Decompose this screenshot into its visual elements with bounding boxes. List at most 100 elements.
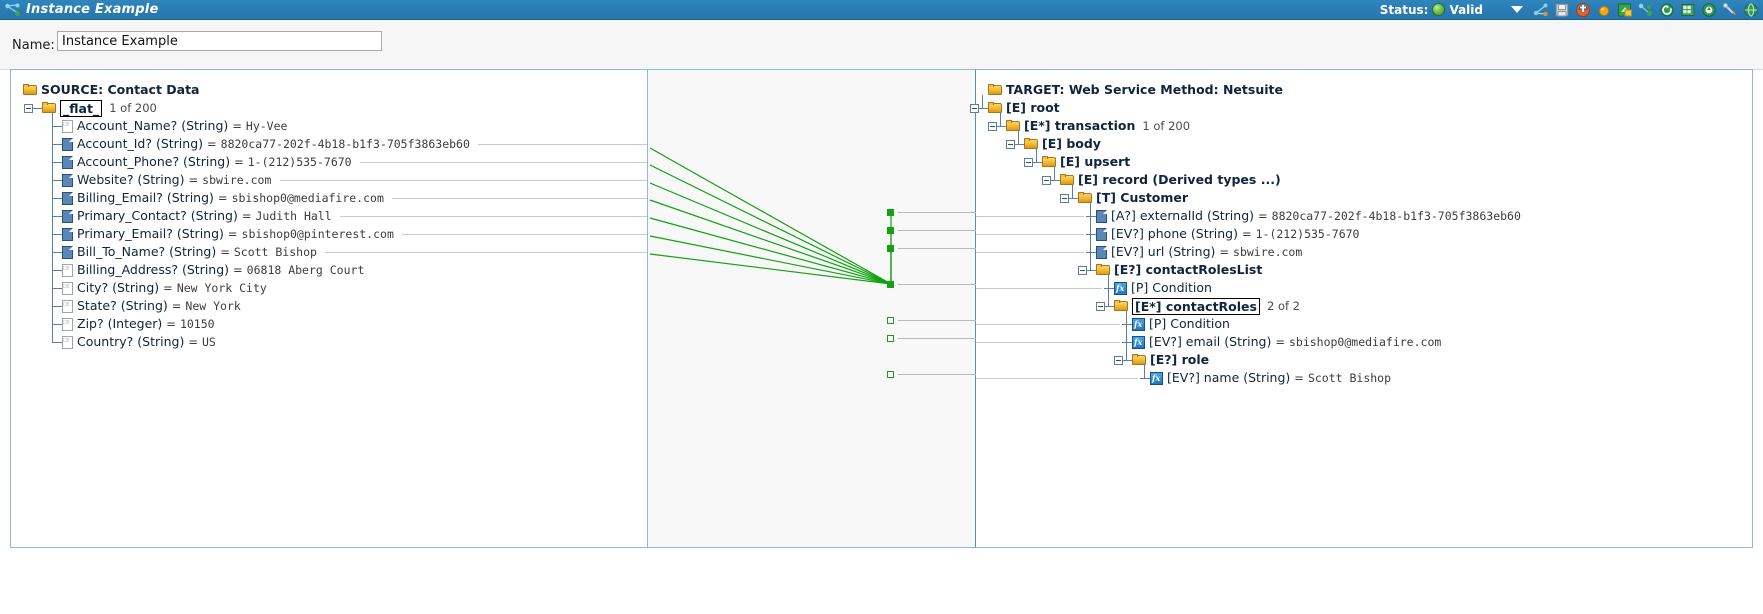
- wrench-icon[interactable]: [1722, 2, 1738, 18]
- expander-target-node[interactable]: [1006, 140, 1015, 149]
- mapping-connector[interactable]: [887, 209, 894, 216]
- mapping-connector[interactable]: [887, 317, 894, 324]
- mapping-connector[interactable]: [887, 371, 894, 378]
- source-field-row[interactable]: Account_Name? (String)=Hy-Vee: [62, 117, 287, 135]
- equals-sign: =: [1275, 335, 1285, 349]
- source-field-row[interactable]: Website? (String) = sbwire.com: [62, 171, 271, 189]
- expander-target-node[interactable]: [1024, 158, 1033, 167]
- mapping-connector[interactable]: [887, 245, 894, 252]
- status-value: Valid: [1449, 2, 1483, 17]
- target-node-label: [E] body: [1042, 136, 1101, 151]
- source-field-value: sbishop0@pinterest.com: [241, 227, 394, 241]
- expander-target-node[interactable]: [988, 122, 997, 131]
- expander-target-node[interactable]: [970, 104, 979, 113]
- source-field-value: New York: [185, 299, 241, 313]
- mapping-rule: [976, 234, 1084, 235]
- target-node-row[interactable]: [P] Condition: [1132, 315, 1230, 333]
- source-field-row[interactable]: Billing_Address? (String)=06818 Aberg Co…: [62, 261, 364, 279]
- expander-target-node[interactable]: [1096, 302, 1105, 311]
- tree-line: [1123, 360, 1132, 361]
- name-bar: Name:: [0, 20, 1763, 70]
- expander-source-root[interactable]: [24, 104, 33, 113]
- expander-target-node[interactable]: [1042, 176, 1051, 185]
- source-field-row[interactable]: Account_Phone? (String) = 1-(212)535-7670: [62, 153, 352, 171]
- mapping-connector[interactable]: [887, 335, 894, 342]
- equals-sign: =: [188, 335, 198, 349]
- source-field-row[interactable]: City? (String)=New York City: [62, 279, 267, 297]
- tree-line: [1126, 311, 1127, 360]
- source-field-value: Scott Bishop: [233, 245, 317, 259]
- target-node-label: [E] root: [1006, 100, 1060, 115]
- source-field-value: 8820ca77-202f-4b18-b1f3-705f3863eb60: [220, 137, 470, 151]
- source-field-row[interactable]: Billing_Email? (String) = sbishop0@mediafi…: [62, 189, 384, 207]
- equals-sign: =: [207, 137, 217, 151]
- tree-line: [1054, 167, 1055, 180]
- source-field-row[interactable]: Primary_Email? (String) = sbishop0@pintere…: [62, 225, 394, 243]
- target-node-value: 1-(212)535-7670: [1255, 227, 1360, 241]
- tree-line: [1018, 131, 1019, 144]
- deploy-icon[interactable]: [1575, 2, 1591, 18]
- refresh-icon[interactable]: [1659, 2, 1675, 18]
- sphere-icon[interactable]: [1596, 2, 1612, 18]
- grid-icon[interactable]: [1680, 2, 1696, 18]
- source-field-row[interactable]: Primary_Contact? (String) = Judith Hall: [62, 207, 332, 225]
- blue-doc-icon: [62, 191, 73, 205]
- validate-icon[interactable]: [1701, 2, 1717, 18]
- mapping-rule: [392, 198, 647, 199]
- target-node-row[interactable]: [E] root: [988, 99, 1060, 117]
- save-icon[interactable]: [1554, 2, 1570, 18]
- target-node-row[interactable]: [T] Customer: [1078, 189, 1188, 207]
- source-field-row[interactable]: Zip? (Integer)=10150: [62, 315, 215, 333]
- target-node-row[interactable]: [EV?] name (String)=Scott Bishop: [1150, 369, 1391, 387]
- graph-icon[interactable]: [1533, 2, 1549, 18]
- folder-icon: [42, 102, 57, 114]
- mapping-connector[interactable]: [887, 227, 894, 234]
- mapping-canvas-panel[interactable]: [648, 69, 975, 548]
- source-field-label: Primary_Contact? (String): [77, 208, 238, 223]
- expander-target-node[interactable]: [1060, 194, 1069, 203]
- blue-doc-icon: [1096, 227, 1107, 241]
- target-node-row[interactable]: [E] upsert: [1042, 153, 1130, 171]
- name-input[interactable]: [57, 31, 382, 51]
- globe-icon[interactable]: [1743, 2, 1759, 18]
- source-tree-panel[interactable]: SOURCE: Contact Data _flat_ 1 of 200 Accoun…: [10, 69, 648, 548]
- target-node-row[interactable]: [E] record (Derived types ...): [1060, 171, 1281, 189]
- source-field-row[interactable]: Account_Id? (String) = 8820ca77-202f-4b18-…: [62, 135, 470, 153]
- mapping-link-icon[interactable]: [1638, 2, 1654, 18]
- source-field-value: 06818 Aberg Court: [246, 263, 365, 277]
- export-icon[interactable]: [1617, 2, 1633, 18]
- target-node-label: [P] Condition: [1131, 280, 1212, 295]
- equals-sign: =: [1294, 371, 1304, 385]
- target-node-row[interactable]: [EV?] phone (String) = 1-(212)535-7670: [1096, 225, 1359, 243]
- target-tree-panel[interactable]: TARGET: Web Service Method: Netsuite [E] …: [970, 69, 1753, 548]
- expander-target-node[interactable]: [1078, 266, 1087, 275]
- tree-line: [52, 126, 62, 127]
- equals-sign: =: [234, 155, 244, 169]
- source-field-row[interactable]: Country? (String)=US: [62, 333, 216, 351]
- target-node-row[interactable]: [A?] externalId (String) = 8820ca77-202f-4…: [1096, 207, 1521, 225]
- target-node-row[interactable]: [EV?] url (String) = sbwire.com: [1096, 243, 1302, 261]
- tree-line: [52, 144, 62, 145]
- source-root-row[interactable]: _flat_ 1 of 200: [42, 99, 157, 117]
- status-label: Status:: [1379, 2, 1429, 17]
- source-field-label: Country? (String): [77, 334, 185, 349]
- tree-line: [52, 234, 62, 235]
- expander-target-node[interactable]: [1114, 356, 1123, 365]
- source-field-row[interactable]: Bill_To_Name? (String) = Scott Bishop: [62, 243, 317, 261]
- source-field-row[interactable]: State? (String)=New York: [62, 297, 241, 315]
- target-node-row[interactable]: [E*] contactRoles 2 of 2: [1114, 297, 1300, 315]
- source-header-label: SOURCE: Contact Data: [41, 82, 200, 97]
- tree-line: [1122, 342, 1132, 343]
- target-node-row[interactable]: [EV?] email (String)=sbishop0@mediafire.…: [1132, 333, 1441, 351]
- target-node-row[interactable]: [E*] transaction 1 of 200: [1006, 117, 1190, 135]
- status-badge: Status: Valid: [1380, 3, 1483, 17]
- source-field-label: Billing_Email? (String): [77, 190, 214, 205]
- target-node-row[interactable]: [P] Condition: [1114, 279, 1212, 297]
- mapping-connector[interactable]: [887, 281, 894, 288]
- target-node-row[interactable]: [E?] contactRolesList: [1096, 261, 1262, 279]
- tree-line: [1122, 324, 1132, 325]
- tree-line: [1015, 144, 1024, 145]
- tree-line: [1069, 198, 1078, 199]
- mapping-stub: [898, 374, 976, 375]
- chevron-down-icon[interactable]: [1511, 6, 1523, 13]
